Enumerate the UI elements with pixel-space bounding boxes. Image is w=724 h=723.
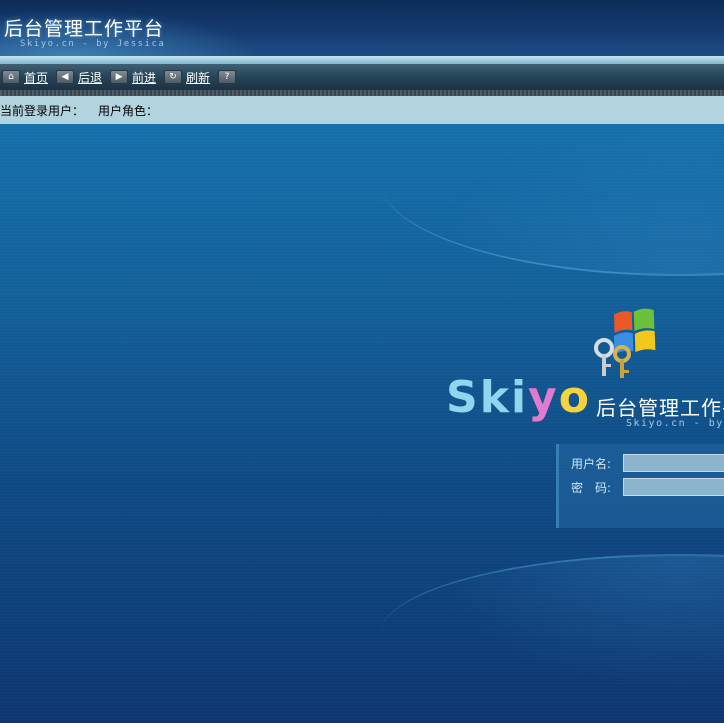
- username-label: 用户名:: [571, 456, 612, 471]
- app-title: 后台管理工作平台: [4, 18, 165, 40]
- brand-logo-part1: Ski: [446, 372, 529, 423]
- refresh-link[interactable]: 刷新: [186, 69, 210, 86]
- toolbar-item-home[interactable]: ⌂ 首页: [0, 69, 48, 86]
- brand-logo-part3: o: [558, 372, 591, 423]
- brand-logo-text: Skiyo: [446, 372, 591, 423]
- windows-keys-logo-icon: [594, 308, 656, 378]
- back-arrow-icon[interactable]: ◀: [56, 70, 75, 84]
- current-user-label: 当前登录用户：: [0, 103, 85, 118]
- brand-logo-part2: y: [528, 372, 559, 423]
- refresh-icon[interactable]: ↻: [164, 70, 183, 84]
- password-row: 密 码:: [571, 478, 724, 496]
- forward-arrow-icon[interactable]: ▶: [110, 70, 129, 84]
- app-subtitle: Skiyo.cn - by Jessica: [20, 39, 166, 49]
- user-info-bar: 当前登录用户： 用户角色：: [0, 96, 724, 124]
- home-link[interactable]: 首页: [24, 69, 48, 86]
- toolbar-item-refresh[interactable]: ↻ 刷新: [162, 69, 210, 86]
- brand-title: 后台管理工作平台: [596, 396, 724, 420]
- toolbar-item-forward[interactable]: ▶ 前进: [108, 69, 156, 86]
- user-role-label: 用户角色：: [98, 103, 159, 118]
- password-input[interactable]: [623, 478, 724, 496]
- home-icon[interactable]: ⌂: [2, 70, 20, 84]
- back-link[interactable]: 后退: [78, 69, 102, 86]
- brand-subtitle: Skiyo.cn - by Jessica: [626, 418, 724, 429]
- login-panel: 用户名: 密 码:: [556, 444, 724, 528]
- toolbar-top-border: [0, 56, 724, 64]
- nav-toolbar: ⌂ 首页 ◀ 后退 ▶ 前进 ↻ 刷新 ?: [0, 64, 724, 90]
- toolbar-item-help[interactable]: ?: [216, 70, 240, 84]
- password-label: 密 码:: [571, 480, 612, 495]
- username-input[interactable]: [623, 454, 724, 472]
- help-icon[interactable]: ?: [218, 70, 237, 84]
- main-content: Skiyo 后台管理工作平台 Skiyo.cn - by Jessica 用户名…: [0, 124, 724, 723]
- forward-link[interactable]: 前进: [132, 69, 156, 86]
- toolbar-item-back[interactable]: ◀ 后退: [54, 69, 102, 86]
- header-bar: 后台管理工作平台 Skiyo.cn - by Jessica: [0, 0, 724, 56]
- username-row: 用户名:: [571, 454, 724, 472]
